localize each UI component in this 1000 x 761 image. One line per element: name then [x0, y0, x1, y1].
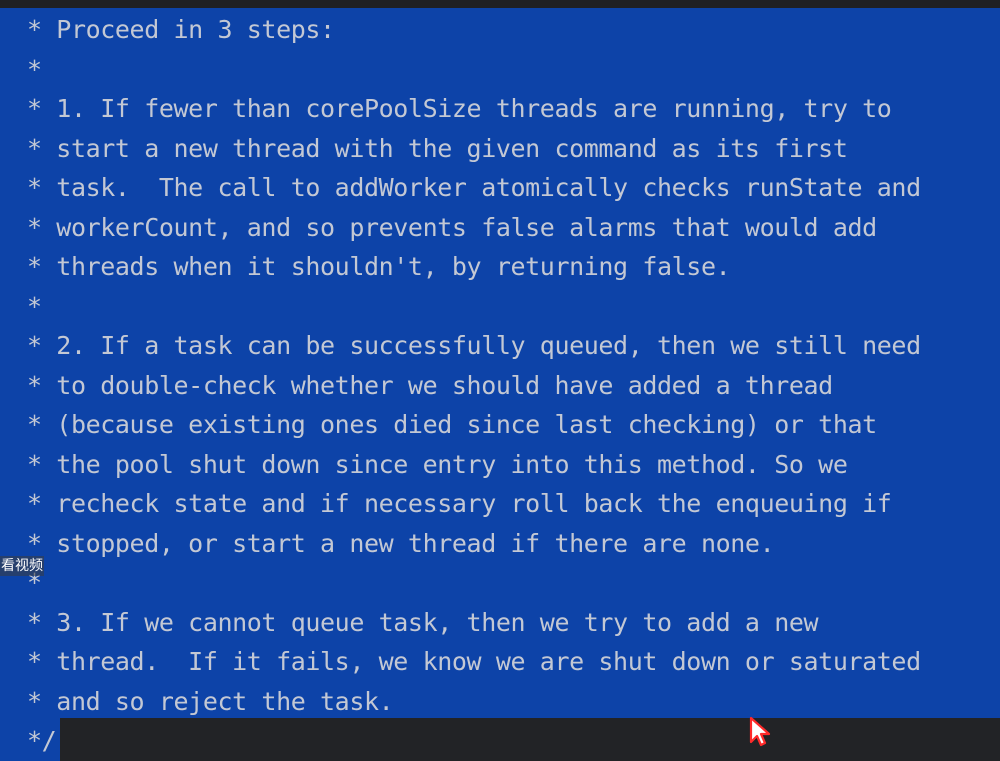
code-line: * Proceed in 3 steps:	[27, 15, 335, 44]
code-line: * recheck state and if necessary roll ba…	[27, 489, 892, 518]
code-line: * thread. If it fails, we know we are sh…	[27, 647, 921, 676]
watch-video-label[interactable]: 看视频	[0, 556, 44, 576]
code-line: * 1. If fewer than corePoolSize threads …	[27, 94, 892, 123]
code-line: * task. The call to addWorker atomically…	[27, 173, 921, 202]
code-line: *	[27, 568, 42, 597]
code-line: * to double-check whether we should have…	[27, 370, 833, 400]
code-line: * workerCount, and so prevents false ala…	[27, 212, 877, 242]
code-line: * 2. If a task can be successfully queue…	[27, 331, 921, 360]
code-line: */	[27, 726, 57, 755]
mouse-pointer-icon	[749, 716, 771, 747]
code-line: * threads when it shouldn't, by returnin…	[27, 252, 731, 281]
code-line: * stopped, or start a new thread if ther…	[27, 528, 775, 558]
window-top-strip	[0, 0, 1000, 8]
code-line: * and so reject the task.	[27, 686, 394, 716]
code-line: * start a new thread with the given comm…	[27, 133, 848, 163]
code-line: *	[27, 54, 42, 84]
code-line: *	[27, 291, 42, 321]
code-line: * (because existing ones died since last…	[27, 410, 877, 439]
code-line: * 3. If we cannot queue task, then we tr…	[27, 607, 819, 637]
code-line: * the pool shut down since entry into th…	[27, 449, 848, 479]
code-comment-block[interactable]: * Proceed in 3 steps: * * 1. If fewer than…	[27, 10, 921, 761]
